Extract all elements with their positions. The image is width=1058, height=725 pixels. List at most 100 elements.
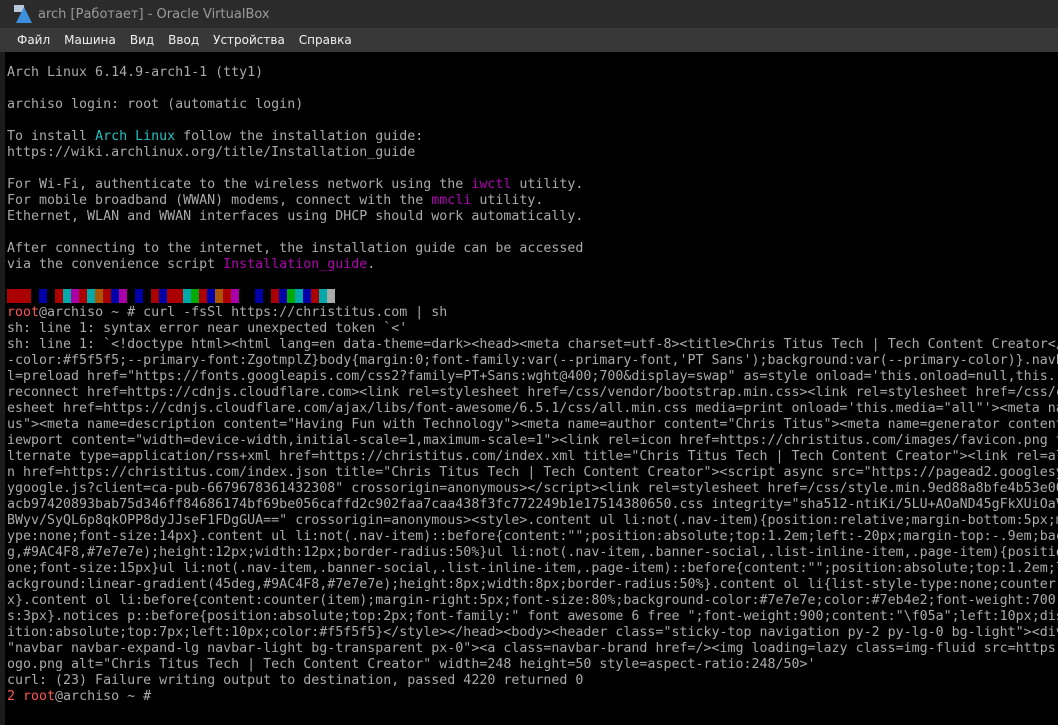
terminal-text: s:3px}.notices p::before{position:absolu… — [7, 609, 1058, 624]
terminal-text: Ethernet, WLAN and WWAN interfaces using… — [7, 209, 584, 224]
highlighted-text: Arch Linux — [95, 129, 176, 144]
vm-screen[interactable]: Arch Linux 6.14.9-arch1-1 (tty1) archiso … — [5, 52, 1058, 725]
terminal-line: iewport content="width=device-width,init… — [7, 433, 1058, 449]
highlighted-text: 2 root — [7, 689, 56, 704]
terminal-line: "navbar navbar-expand-lg navbar-light bg… — [7, 641, 1058, 657]
terminal-line: https://wiki.archlinux.org/title/Install… — [7, 145, 1058, 161]
color-block — [247, 289, 255, 303]
terminal-text: ition:absolute;top:7px;left:10px;color:#… — [7, 625, 1058, 640]
terminal-text: BWyv/SyQL6p8qkOPP8dyJJseF1FDgGUA==" cros… — [7, 513, 1058, 528]
terminal-line: ype:none;font-size:14px}.content ul li:n… — [7, 529, 1058, 545]
color-block — [263, 289, 271, 303]
terminal-line: lternate type=application/rss+xml href=h… — [7, 449, 1058, 465]
color-block — [295, 289, 303, 303]
color-block — [183, 289, 191, 303]
terminal-line: esheet href=https://cdnjs.cloudflare.com… — [7, 401, 1058, 417]
color-block — [119, 289, 127, 303]
color-block — [47, 289, 55, 303]
menu-devices[interactable]: Устройства — [206, 28, 292, 52]
color-block — [175, 289, 183, 303]
virtualbox-icon — [14, 5, 32, 23]
menu-bar: Файл Машина Вид Ввод Устройства Справка — [0, 28, 1058, 52]
window-title: arch [Работает] - Oracle VirtualBox — [38, 6, 270, 22]
terminal-line: acb97420893bab75d346ff84686174bf69be056c… — [7, 497, 1058, 513]
terminal-line: ackground:linear-gradient(45deg,#9AC4F8,… — [7, 577, 1058, 593]
terminal-line: For Wi-Fi, authenticate to the wireless … — [7, 177, 1058, 193]
terminal-text: For Wi-Fi, authenticate to the wireless … — [7, 177, 472, 192]
color-block — [135, 289, 143, 303]
menu-input[interactable]: Ввод — [161, 28, 206, 52]
color-block — [127, 289, 135, 303]
color-block — [327, 289, 335, 303]
terminal-text: reconnect href=https://cdnjs.cloudflare.… — [7, 385, 1058, 400]
terminal-text: @archiso ~ # — [55, 689, 152, 704]
menu-file[interactable]: Файл — [10, 28, 57, 52]
terminal-line: n href=https://christitus.com/index.json… — [7, 465, 1058, 481]
terminal-text: archiso login: root (automatic login) — [7, 97, 304, 112]
menu-machine[interactable]: Машина — [57, 28, 123, 52]
terminal-text: g,#9AC4F8,#7e7e7e);height:12px;width:12p… — [7, 545, 1058, 560]
terminal-text: For mobile broadband (WWAN) modems, conn… — [7, 193, 432, 208]
color-block — [231, 289, 239, 303]
color-block — [95, 289, 103, 303]
color-block — [7, 289, 15, 303]
highlighted-text: mmcli — [431, 193, 472, 208]
terminal-text: . — [367, 257, 376, 272]
terminal-line: g,#9AC4F8,#7e7e7e);height:12px;width:12p… — [7, 545, 1058, 561]
terminal-line: ition:absolute;top:7px;left:10px;color:#… — [7, 625, 1058, 641]
color-block — [271, 289, 279, 303]
terminal-text: utility. — [471, 193, 544, 208]
terminal-line: After connecting to the internet, the in… — [7, 241, 1058, 257]
terminal-text: sh: line 1: syntax error near unexpected… — [7, 321, 408, 336]
terminal-line: ogo.png alt="Chris Titus Tech | Tech Con… — [7, 657, 1058, 673]
terminal-text: curl: (23) Failure writing output to des… — [7, 673, 584, 688]
terminal-line: sh: line 1: syntax error near unexpected… — [7, 321, 1058, 337]
color-bar — [7, 289, 1058, 305]
terminal-line: BWyv/SyQL6p8qkOPP8dyJJseF1FDgGUA==" cros… — [7, 513, 1058, 529]
terminal-line: s:3px}.notices p::before{position:absolu… — [7, 609, 1058, 625]
terminal-text: iewport content="width=device-width,init… — [7, 433, 1058, 448]
color-block — [31, 289, 39, 303]
terminal-text: After connecting to the internet, the in… — [7, 241, 584, 256]
menu-view[interactable]: Вид — [123, 28, 161, 52]
terminal-text: sh: line 1: `<!doctype html><html lang=e… — [7, 337, 1058, 352]
terminal-line: To install Arch Linux follow the install… — [7, 129, 1058, 145]
terminal-text: l=preload href="https://fonts.googleapis… — [7, 369, 1058, 384]
color-block — [223, 289, 231, 303]
terminal-line: 2 root@archiso ~ # — [7, 689, 1058, 705]
terminal-text: acb97420893bab75d346ff84686174bf69be056c… — [7, 497, 1058, 512]
terminal-line: For mobile broadband (WWAN) modems, conn… — [7, 193, 1058, 209]
terminal-line: via the convenience script Installation_… — [7, 257, 1058, 273]
color-block — [111, 289, 119, 303]
color-block — [167, 289, 175, 303]
color-block — [191, 289, 199, 303]
color-block — [55, 289, 63, 303]
color-block — [143, 289, 151, 303]
terminal-line: x}.content ol li:before{content:counter(… — [7, 593, 1058, 609]
terminal-line: -color:#f5f5f5;--primary-font:ZgotmplZ}b… — [7, 353, 1058, 369]
terminal-line: l=preload href="https://fonts.googleapis… — [7, 369, 1058, 385]
highlighted-text: root — [7, 305, 40, 320]
terminal-text: ygoogle.js?client=ca-pub-667967836143230… — [7, 481, 1058, 496]
color-block — [15, 289, 23, 303]
terminal-line: archiso login: root (automatic login) — [7, 97, 1058, 113]
terminal-output: Arch Linux 6.14.9-arch1-1 (tty1) archiso … — [7, 65, 1058, 705]
terminal-text: @archiso ~ # curl -fsSl https://christit… — [39, 305, 448, 320]
color-block — [279, 289, 287, 303]
color-block — [319, 289, 327, 303]
color-block — [311, 289, 319, 303]
color-block — [151, 289, 159, 303]
color-block — [303, 289, 311, 303]
color-block — [215, 289, 223, 303]
terminal-line: reconnect href=https://cdnjs.cloudflare.… — [7, 385, 1058, 401]
terminal-text: "navbar navbar-expand-lg navbar-light bg… — [7, 641, 1056, 656]
menu-help[interactable]: Справка — [292, 28, 359, 52]
terminal-text: ackground:linear-gradient(45deg,#9AC4F8,… — [7, 577, 1058, 592]
terminal-text: n href=https://christitus.com/index.json… — [7, 465, 1058, 480]
terminal-text: us"><meta name=description content="Havi… — [7, 417, 1058, 432]
color-block — [239, 289, 247, 303]
